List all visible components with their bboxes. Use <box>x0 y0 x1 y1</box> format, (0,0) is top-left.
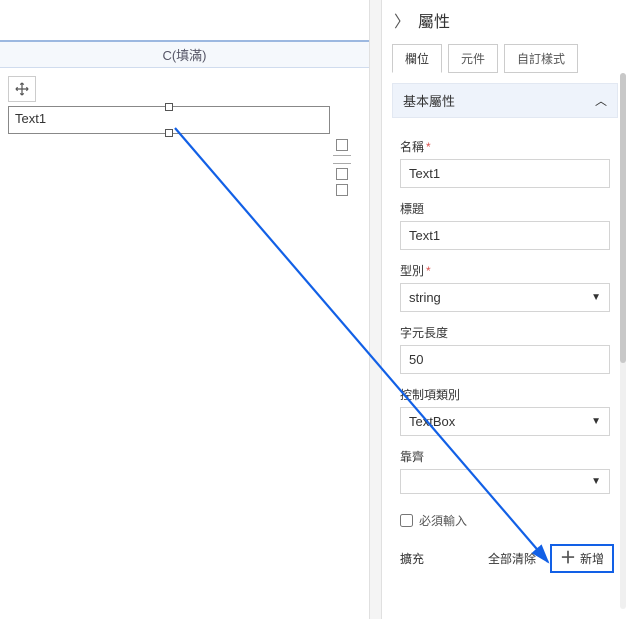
name-label: 名稱* <box>400 138 610 155</box>
resize-handle-n[interactable] <box>165 103 173 111</box>
extension-label: 擴充 <box>400 550 424 567</box>
panel-scrollbar-track[interactable] <box>620 73 626 609</box>
chevron-up-icon: ︿ <box>595 92 607 109</box>
rail-handle[interactable] <box>336 184 348 196</box>
control-type-value: TextBox <box>409 414 455 429</box>
move-handle[interactable] <box>8 76 36 102</box>
side-rail <box>333 135 351 200</box>
resize-handle-s[interactable] <box>165 129 173 137</box>
selected-textbox[interactable]: Text1 <box>8 106 330 134</box>
title-label: 標題 <box>400 200 610 217</box>
chevron-down-icon: ▼ <box>591 476 601 487</box>
control-type-label: 控制項類別 <box>400 386 610 403</box>
rail-handle[interactable] <box>336 168 348 180</box>
required-label: 必須輸入 <box>419 512 467 529</box>
section-basic-header[interactable]: 基本屬性 ︿ <box>392 83 618 118</box>
chevron-right-icon: 〉 <box>394 8 410 32</box>
panel-scrollbar-thumb[interactable] <box>620 73 626 363</box>
control-type-select[interactable]: TextBox ▼ <box>400 407 610 436</box>
canvas-scrollbar[interactable] <box>370 0 382 619</box>
move-icon <box>15 82 29 96</box>
column-header[interactable]: C(填滿) <box>0 40 369 68</box>
chevron-down-icon: ▼ <box>591 416 601 427</box>
add-button[interactable]: ＋ 新增 <box>550 544 614 573</box>
required-checkbox[interactable] <box>400 514 413 527</box>
plus-icon: ＋ <box>560 552 576 566</box>
type-value: string <box>409 290 441 305</box>
properties-panel: 〉 屬性 欄位 元件 自訂樣式 基本屬性 ︿ 名稱* 標題 型別* s <box>382 0 628 619</box>
align-select[interactable]: ▼ <box>400 469 610 494</box>
type-select[interactable]: string ▼ <box>400 283 610 312</box>
clear-all-button[interactable]: 全部清除 <box>488 550 536 567</box>
length-label: 字元長度 <box>400 324 610 341</box>
chevron-down-icon: ▼ <box>591 292 601 303</box>
section-basic-body: 名稱* 標題 型別* string ▼ 字元長度 控制項類別 <box>382 118 628 529</box>
rail-separator <box>333 155 351 164</box>
design-canvas[interactable]: C(填滿) Text1 <box>0 0 370 619</box>
tab-custom-style[interactable]: 自訂樣式 <box>504 44 578 73</box>
tab-field[interactable]: 欄位 <box>392 44 442 73</box>
type-label: 型別* <box>400 262 610 279</box>
title-input[interactable] <box>400 221 610 250</box>
tab-bar: 欄位 元件 自訂樣式 <box>382 44 628 73</box>
name-input[interactable] <box>400 159 610 188</box>
add-button-label: 新增 <box>580 550 604 567</box>
align-label: 靠齊 <box>400 448 610 465</box>
panel-title: 屬性 <box>418 8 450 32</box>
rail-handle[interactable] <box>336 139 348 151</box>
length-input[interactable] <box>400 345 610 374</box>
section-basic-title: 基本屬性 <box>403 91 455 110</box>
tab-component[interactable]: 元件 <box>448 44 498 73</box>
selected-textbox-text: Text1 <box>15 111 46 126</box>
